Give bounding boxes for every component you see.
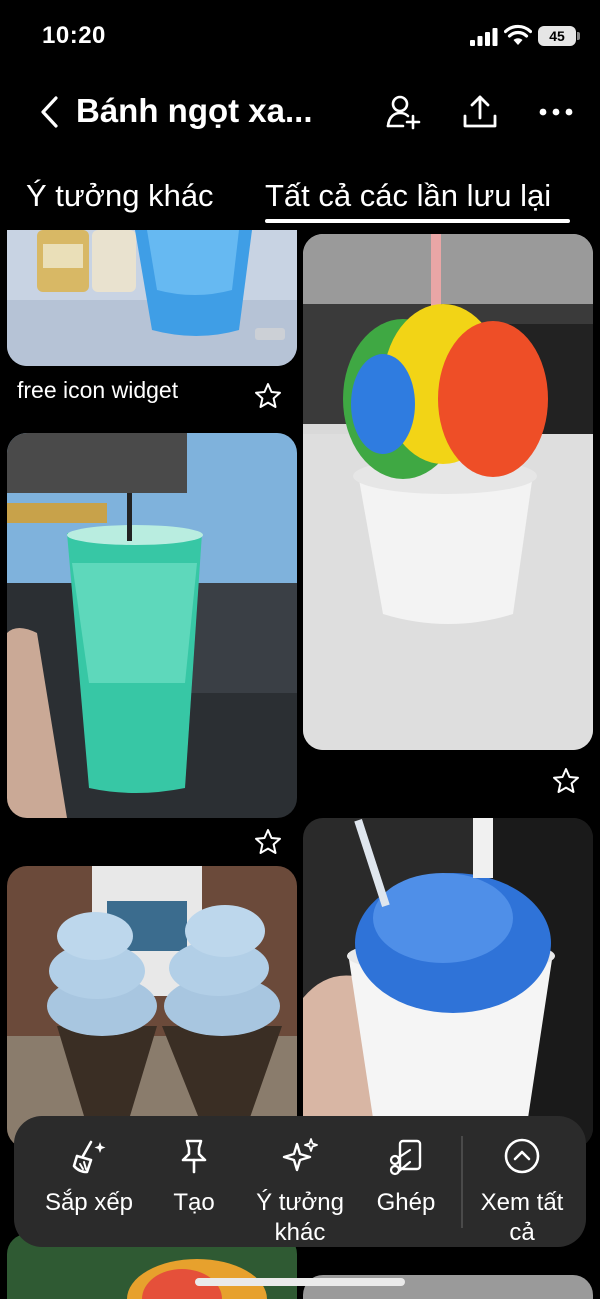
view-all-label: Xem tất cả (480, 1189, 564, 1246)
tab-more-ideas[interactable]: Ý tưởng khác (26, 178, 214, 214)
chevron-up-circle-icon (504, 1138, 540, 1174)
pin-image-blue-snow-cone[interactable] (303, 818, 593, 1148)
home-indicator (195, 1278, 405, 1286)
pin-image-green-iced-drink[interactable] (7, 433, 297, 818)
collage-button[interactable]: Ghép (366, 1116, 446, 1247)
share-icon[interactable] (460, 92, 500, 132)
sparkles-icon (282, 1138, 318, 1172)
tab-all-saves[interactable]: Tất cả các lần lưu lại (265, 178, 551, 214)
star-icon[interactable] (253, 827, 283, 857)
more-ideas-button[interactable]: Ý tưởng khác (244, 1116, 356, 1247)
add-collaborator-icon[interactable] (383, 92, 423, 132)
pin-image-blue-drink-cans[interactable] (7, 230, 297, 366)
star-icon[interactable] (253, 381, 283, 411)
pushpin-icon (181, 1139, 207, 1174)
more-ideas-label: Ý tưởng khác (256, 1189, 344, 1246)
more-icon[interactable] (536, 92, 576, 132)
tab-selected-indicator (265, 219, 570, 223)
cellular-signal-icon (470, 28, 498, 46)
pin-image-blue-ice-cream-cones[interactable] (7, 866, 297, 1148)
collage-label: Ghép (376, 1189, 436, 1216)
back-chevron-icon[interactable] (34, 92, 66, 132)
board-title: Bánh ngọt xa... (76, 92, 313, 129)
create-label: Tạo (173, 1189, 215, 1216)
view-all-button[interactable]: Xem tất cả (466, 1116, 578, 1247)
broom-sparkle-icon (72, 1140, 106, 1174)
pin-image-rainbow-snow-cone[interactable] (303, 234, 593, 750)
board-action-bar: Sắp xếp Tạo Ý tưởng khác Ghép Xem tất cả (14, 1116, 586, 1247)
pin-caption[interactable]: free icon widget (17, 377, 178, 404)
wifi-icon (504, 24, 532, 45)
status-time: 10:20 (42, 22, 106, 49)
action-divider (461, 1136, 463, 1228)
battery-indicator: 45 (538, 26, 580, 46)
organize-label: Sắp xếp (44, 1189, 134, 1216)
scissors-collage-icon (389, 1139, 422, 1176)
organize-button[interactable]: Sắp xếp (22, 1116, 156, 1247)
create-button[interactable]: Tạo (156, 1116, 232, 1247)
status-bar: 10:20 45 (0, 0, 600, 72)
star-icon[interactable] (551, 766, 581, 796)
